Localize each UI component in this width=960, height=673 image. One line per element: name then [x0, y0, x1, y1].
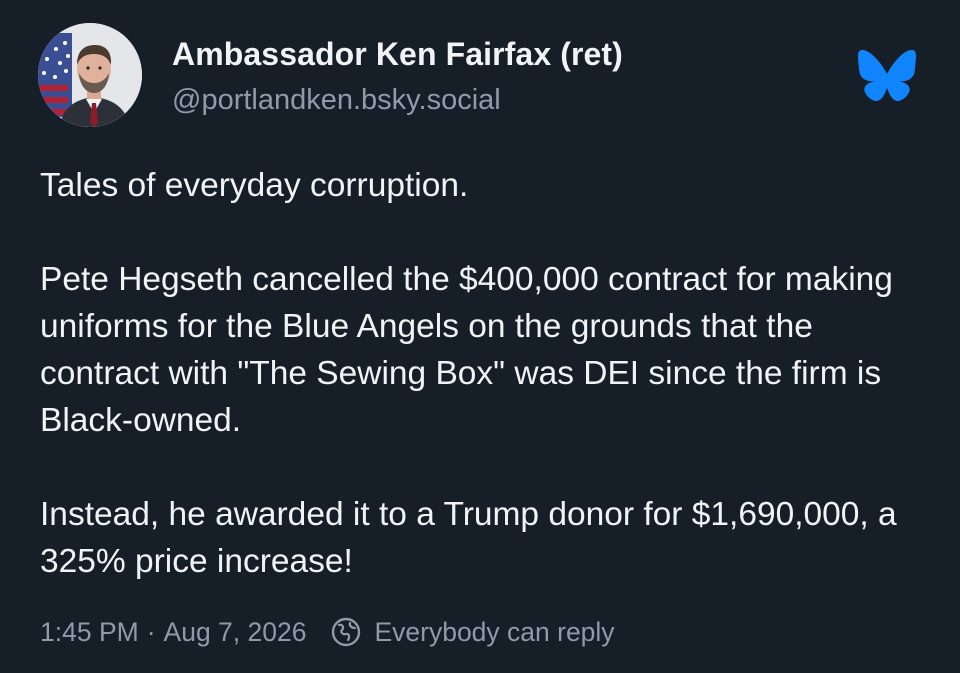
author-display-name[interactable]: Ambassador Ken Fairfax (ret) [172, 36, 623, 73]
post-body: Tales of everyday corruption. Pete Hegse… [40, 162, 930, 585]
post-date[interactable]: Aug 7, 2026 [164, 617, 307, 648]
post-paragraph: Instead, he awarded it to a Trump donor … [40, 496, 897, 580]
reply-setting-label[interactable]: Everybody can reply [374, 617, 614, 648]
post-time[interactable]: 1:45 PM [40, 617, 139, 648]
post-paragraph: Tales of everyday corruption. [40, 167, 469, 204]
bluesky-butterfly-icon [858, 50, 916, 102]
post-paragraph: Pete Hegseth cancelled the $400,000 cont… [40, 261, 893, 439]
post-meta: 1:45 PM · Aug 7, 2026 Everybody can repl… [40, 614, 615, 650]
author-handle[interactable]: @portlandken.bsky.social [172, 84, 501, 117]
author-avatar[interactable] [38, 23, 142, 127]
meta-separator: · [146, 616, 156, 647]
globe-icon [330, 616, 362, 648]
profile-photo [38, 23, 142, 127]
post-card: Ambassador Ken Fairfax (ret) @portlandke… [0, 0, 960, 673]
